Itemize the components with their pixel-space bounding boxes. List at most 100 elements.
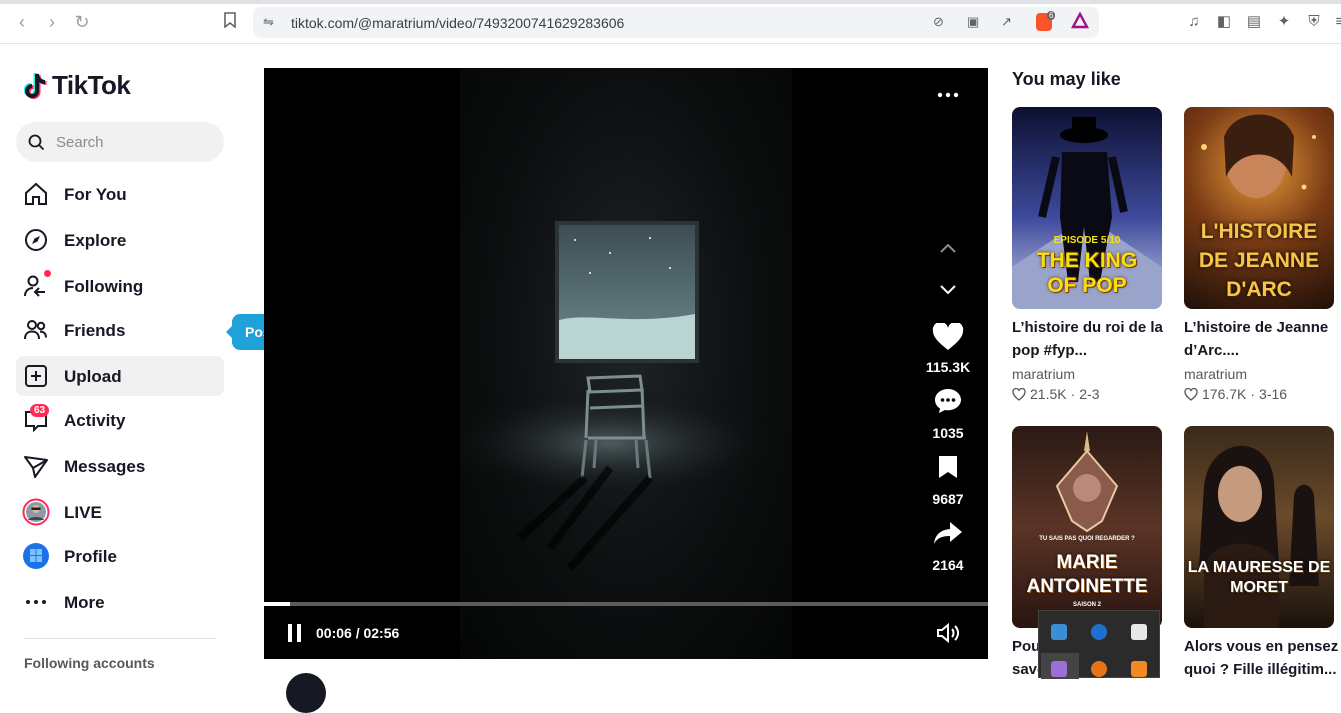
share-icon[interactable]: ↗ <box>1001 14 1012 30</box>
install-app-icon[interactable]: ▣ <box>967 14 979 30</box>
card-title[interactable]: L’histoire de Jeanne d’Arc.... <box>1184 316 1340 362</box>
wallet-icon[interactable]: ▤ <box>1244 12 1264 32</box>
tab-strip <box>0 0 1341 4</box>
sidebar-item-more[interactable]: More <box>16 582 224 622</box>
creator-avatar[interactable] <box>286 673 326 713</box>
card-author[interactable]: maratrium <box>1012 366 1075 382</box>
messages-icon <box>24 456 48 478</box>
friends-icon <box>24 320 47 340</box>
address-bar[interactable]: ⇋ tiktok.com/@maratrium/video/7493200741… <box>253 7 1099 38</box>
video-thumbnail[interactable]: EPISODE 5/10 THE KING OF POP <box>1012 107 1162 309</box>
like-heart-icon[interactable] <box>932 323 964 351</box>
sidebar-item-friends[interactable]: Friends <box>16 310 224 350</box>
sidebar-item-following[interactable]: Following <box>16 266 224 306</box>
recommended-video-card[interactable]: EPISODE 5/10 THE KING OF POP L’histoire … <box>1012 107 1163 407</box>
sidebar-icon[interactable]: ◧ <box>1214 12 1234 32</box>
progress-bar[interactable] <box>264 602 988 606</box>
upload-plus-icon <box>25 365 47 387</box>
comment-count: 1035 <box>932 425 964 441</box>
sidebar-item-messages[interactable]: Messages <box>16 446 224 486</box>
site-settings-icon[interactable]: ⇋ <box>263 14 274 30</box>
home-icon <box>25 182 47 205</box>
heart-outline-icon <box>1012 387 1026 401</box>
sidebar-divider <box>24 638 216 639</box>
comment-icon[interactable] <box>934 388 962 414</box>
volume-icon[interactable] <box>936 623 960 643</box>
video-thumbnail[interactable]: L'HISTOIRE DE JEANNE D'ARC <box>1184 107 1334 309</box>
bluetooth-icon[interactable] <box>1091 624 1107 640</box>
thumbnail-title: THE KING OF POP <box>1036 249 1138 297</box>
sidebar-item-profile[interactable]: Profile <box>16 536 224 576</box>
pause-icon[interactable] <box>286 623 304 643</box>
tiktok-logo[interactable]: TikTok <box>24 70 131 101</box>
sidebar-item-label: Friends <box>64 321 126 340</box>
back-icon[interactable]: ‹ <box>12 12 32 32</box>
reload-icon[interactable]: ↻ <box>72 12 92 32</box>
vlc-icon[interactable] <box>1091 661 1107 677</box>
thumbnail-title: MARIE ANTOINETTE <box>1026 552 1148 597</box>
dot-separator: · <box>1070 386 1076 402</box>
live-avatar-icon <box>22 498 50 526</box>
sidebar-item-for-you[interactable]: For You <box>16 174 224 214</box>
leo-ai-icon[interactable]: ✦ <box>1274 12 1294 32</box>
menu-icon[interactable]: ≡ <box>1330 12 1341 32</box>
tiktok-note-icon <box>24 72 47 99</box>
you-may-like-title: You may like <box>1012 69 1121 89</box>
video-info-area <box>264 659 988 713</box>
sidebar: TikTok Search For You Explore Following … <box>0 44 240 678</box>
security-shield-icon[interactable] <box>1131 624 1147 640</box>
share-count: 2164 <box>932 557 964 573</box>
card-author[interactable]: maratrium <box>1184 366 1247 382</box>
next-video-icon[interactable] <box>938 284 958 296</box>
bookmark-icon[interactable] <box>220 12 240 32</box>
recommended-video-card[interactable]: LA MAURESSE DE MORET Alors vous en pense… <box>1184 426 1338 678</box>
card-date: 3-16 <box>1259 386 1288 402</box>
cast-off-icon[interactable]: ⊘ <box>933 14 944 30</box>
search-placeholder: Search <box>56 134 104 151</box>
compass-icon <box>25 229 47 251</box>
forward-icon[interactable]: › <box>42 12 62 32</box>
sidebar-item-activity[interactable]: 63 Activity <box>16 400 224 440</box>
sidebar-item-label: Activity <box>64 411 126 430</box>
sidebar-item-explore[interactable]: Explore <box>16 220 224 260</box>
bookmark-save-icon[interactable] <box>937 454 959 480</box>
brave-rewards-icon[interactable] <box>1070 11 1090 35</box>
sidebar-item-label: More <box>64 593 105 612</box>
thumbnail-subtitle: TU SAIS PAS QUOI REGARDER ? <box>1039 536 1135 542</box>
system-tray-popup <box>1038 610 1160 679</box>
save-count: 9687 <box>932 491 964 507</box>
activity-badge: 63 <box>30 404 50 417</box>
card-date: 2-3 <box>1079 386 1100 402</box>
video-player[interactable]: 115.3K 1035 9687 2164 00:06 / 02:56 <box>264 68 988 659</box>
vpn-icon[interactable]: ⛨ <box>1304 12 1324 32</box>
share-arrow-icon[interactable] <box>932 520 964 546</box>
feather-app-icon[interactable] <box>1051 661 1067 677</box>
notification-dot <box>44 270 51 277</box>
card-like-count: 176.7K <box>1202 386 1247 402</box>
more-dots-icon <box>26 600 46 604</box>
thumbnail-subtitle: EPISODE 5/10 <box>1053 235 1121 246</box>
video-thumbnail[interactable]: TU SAIS PAS QUOI REGARDER ? MARIE ANTOIN… <box>1012 426 1162 628</box>
office-app-icon[interactable] <box>1131 661 1147 677</box>
thumbnail-season: SAISON 2 <box>1072 602 1101 608</box>
card-title[interactable]: L’histoire du roi de la pop #fyp... <box>1012 316 1168 362</box>
music-icon[interactable]: ♫ <box>1184 12 1204 32</box>
following-accounts-title: Following accounts <box>24 655 155 671</box>
more-options-icon[interactable] <box>936 88 960 102</box>
network-app-icon[interactable] <box>1051 624 1067 640</box>
video-thumbnail[interactable]: LA MAURESSE DE MORET <box>1184 426 1334 628</box>
thumbnail-title: L'HISTOIRE DE JEANNE D'ARC <box>1198 220 1320 301</box>
card-stats: 176.7K · 3-16 <box>1184 386 1287 402</box>
thumbnail-title: LA MAURESSE DE MORET <box>1187 559 1331 596</box>
recommended-video-card[interactable]: L'HISTOIRE DE JEANNE D'ARC L’histoire de… <box>1184 107 1334 407</box>
card-title[interactable]: Alors vous en pensez quoi ? Fille illégi… <box>1184 635 1340 681</box>
previous-video-icon[interactable] <box>938 242 958 254</box>
browser-toolbar: ‹ › ↻ ⇋ tiktok.com/@maratrium/video/7493… <box>0 0 1341 44</box>
sidebar-item-label: For You <box>64 185 127 204</box>
sidebar-item-live[interactable]: LIVE <box>16 492 224 532</box>
search-input[interactable]: Search <box>16 122 224 162</box>
video-frame[interactable] <box>440 68 792 659</box>
logo-text: TikTok <box>52 70 131 100</box>
sidebar-item-upload[interactable]: Upload <box>16 356 224 396</box>
search-icon <box>28 134 45 151</box>
